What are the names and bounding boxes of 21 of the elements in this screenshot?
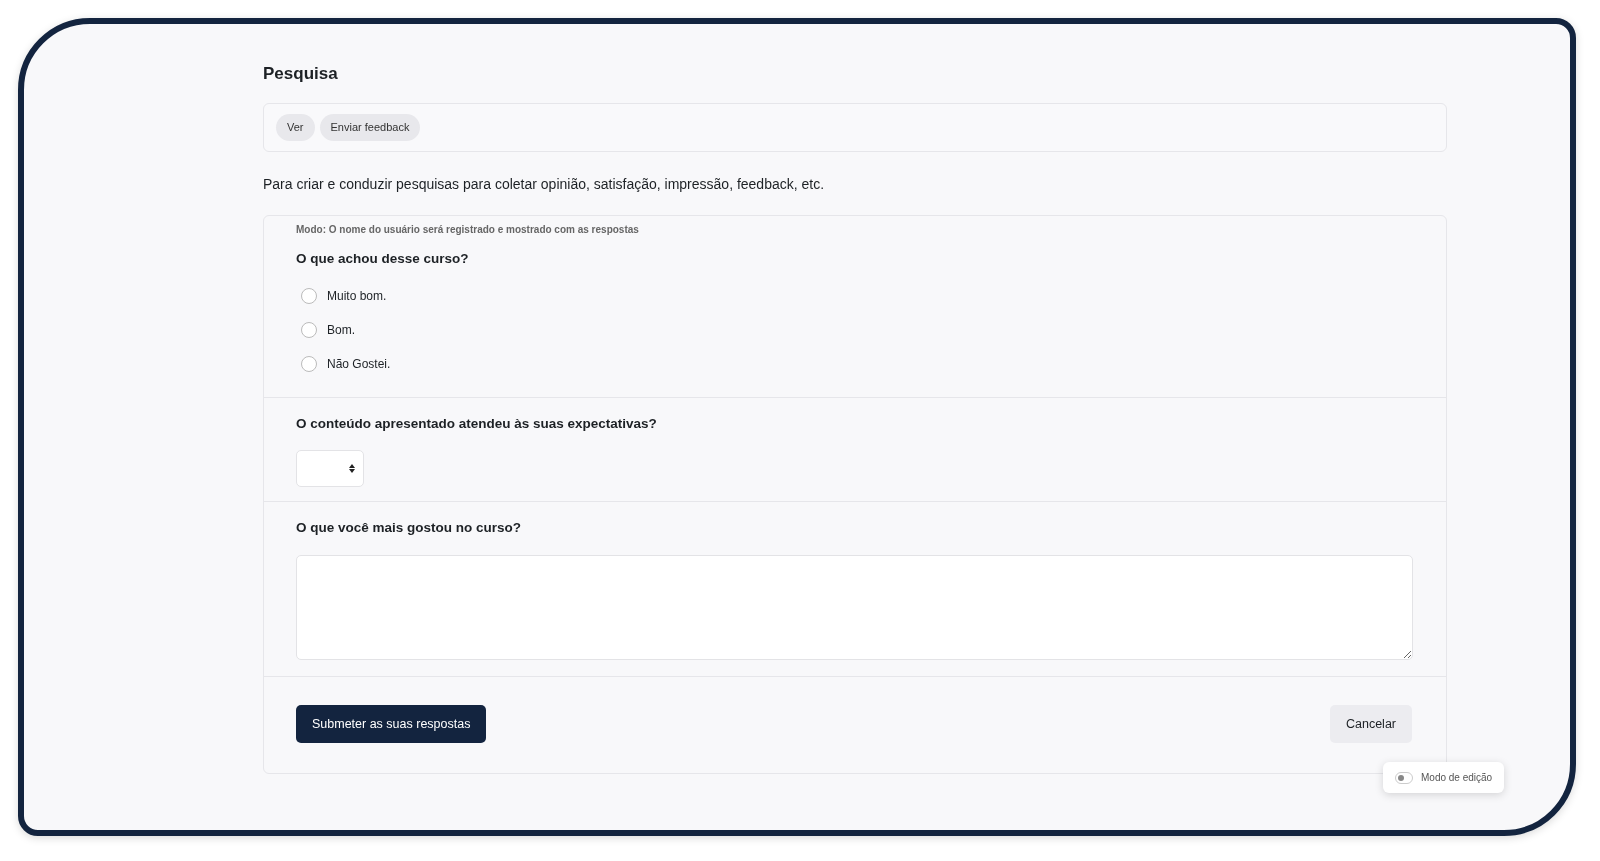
sort-caret-icon [349,464,355,474]
toggle-label: Modo de edição [1421,771,1493,785]
cancel-button[interactable]: Cancelar [1329,704,1412,744]
option-label: Bom. [327,322,355,340]
question-label: O conteúdo apresentado atendeu às suas expectativas? [296,415,658,434]
answer-box[interactable] [296,554,1413,660]
toggle-switch[interactable] [1395,771,1413,784]
radio-button[interactable] [301,356,317,373]
dropdown-field[interactable] [296,450,364,488]
page-title: Pesquisa [263,64,339,85]
radio-button[interactable] [301,322,317,339]
option-label: Não Gostei. [327,356,391,374]
option-label: Muito bom. [327,288,387,306]
mode-note: Modo: O nome do usuário será registrado e mostrado com as respostas [296,222,640,237]
question-label: O que achou desse curso? [296,249,470,268]
question-label: O que você mais gostou no curso? [296,519,523,538]
tab[interactable]: Enviar feedback [319,114,421,141]
submit-button[interactable]: Submeter as suas respostas [296,704,487,744]
tab[interactable]: Ver [276,114,315,141]
description-text: Para criar e conduzir pesquisas para coletar opinião, satisfação, impressão, feedback, etc. [263,174,826,194]
radio-button[interactable] [301,288,317,305]
